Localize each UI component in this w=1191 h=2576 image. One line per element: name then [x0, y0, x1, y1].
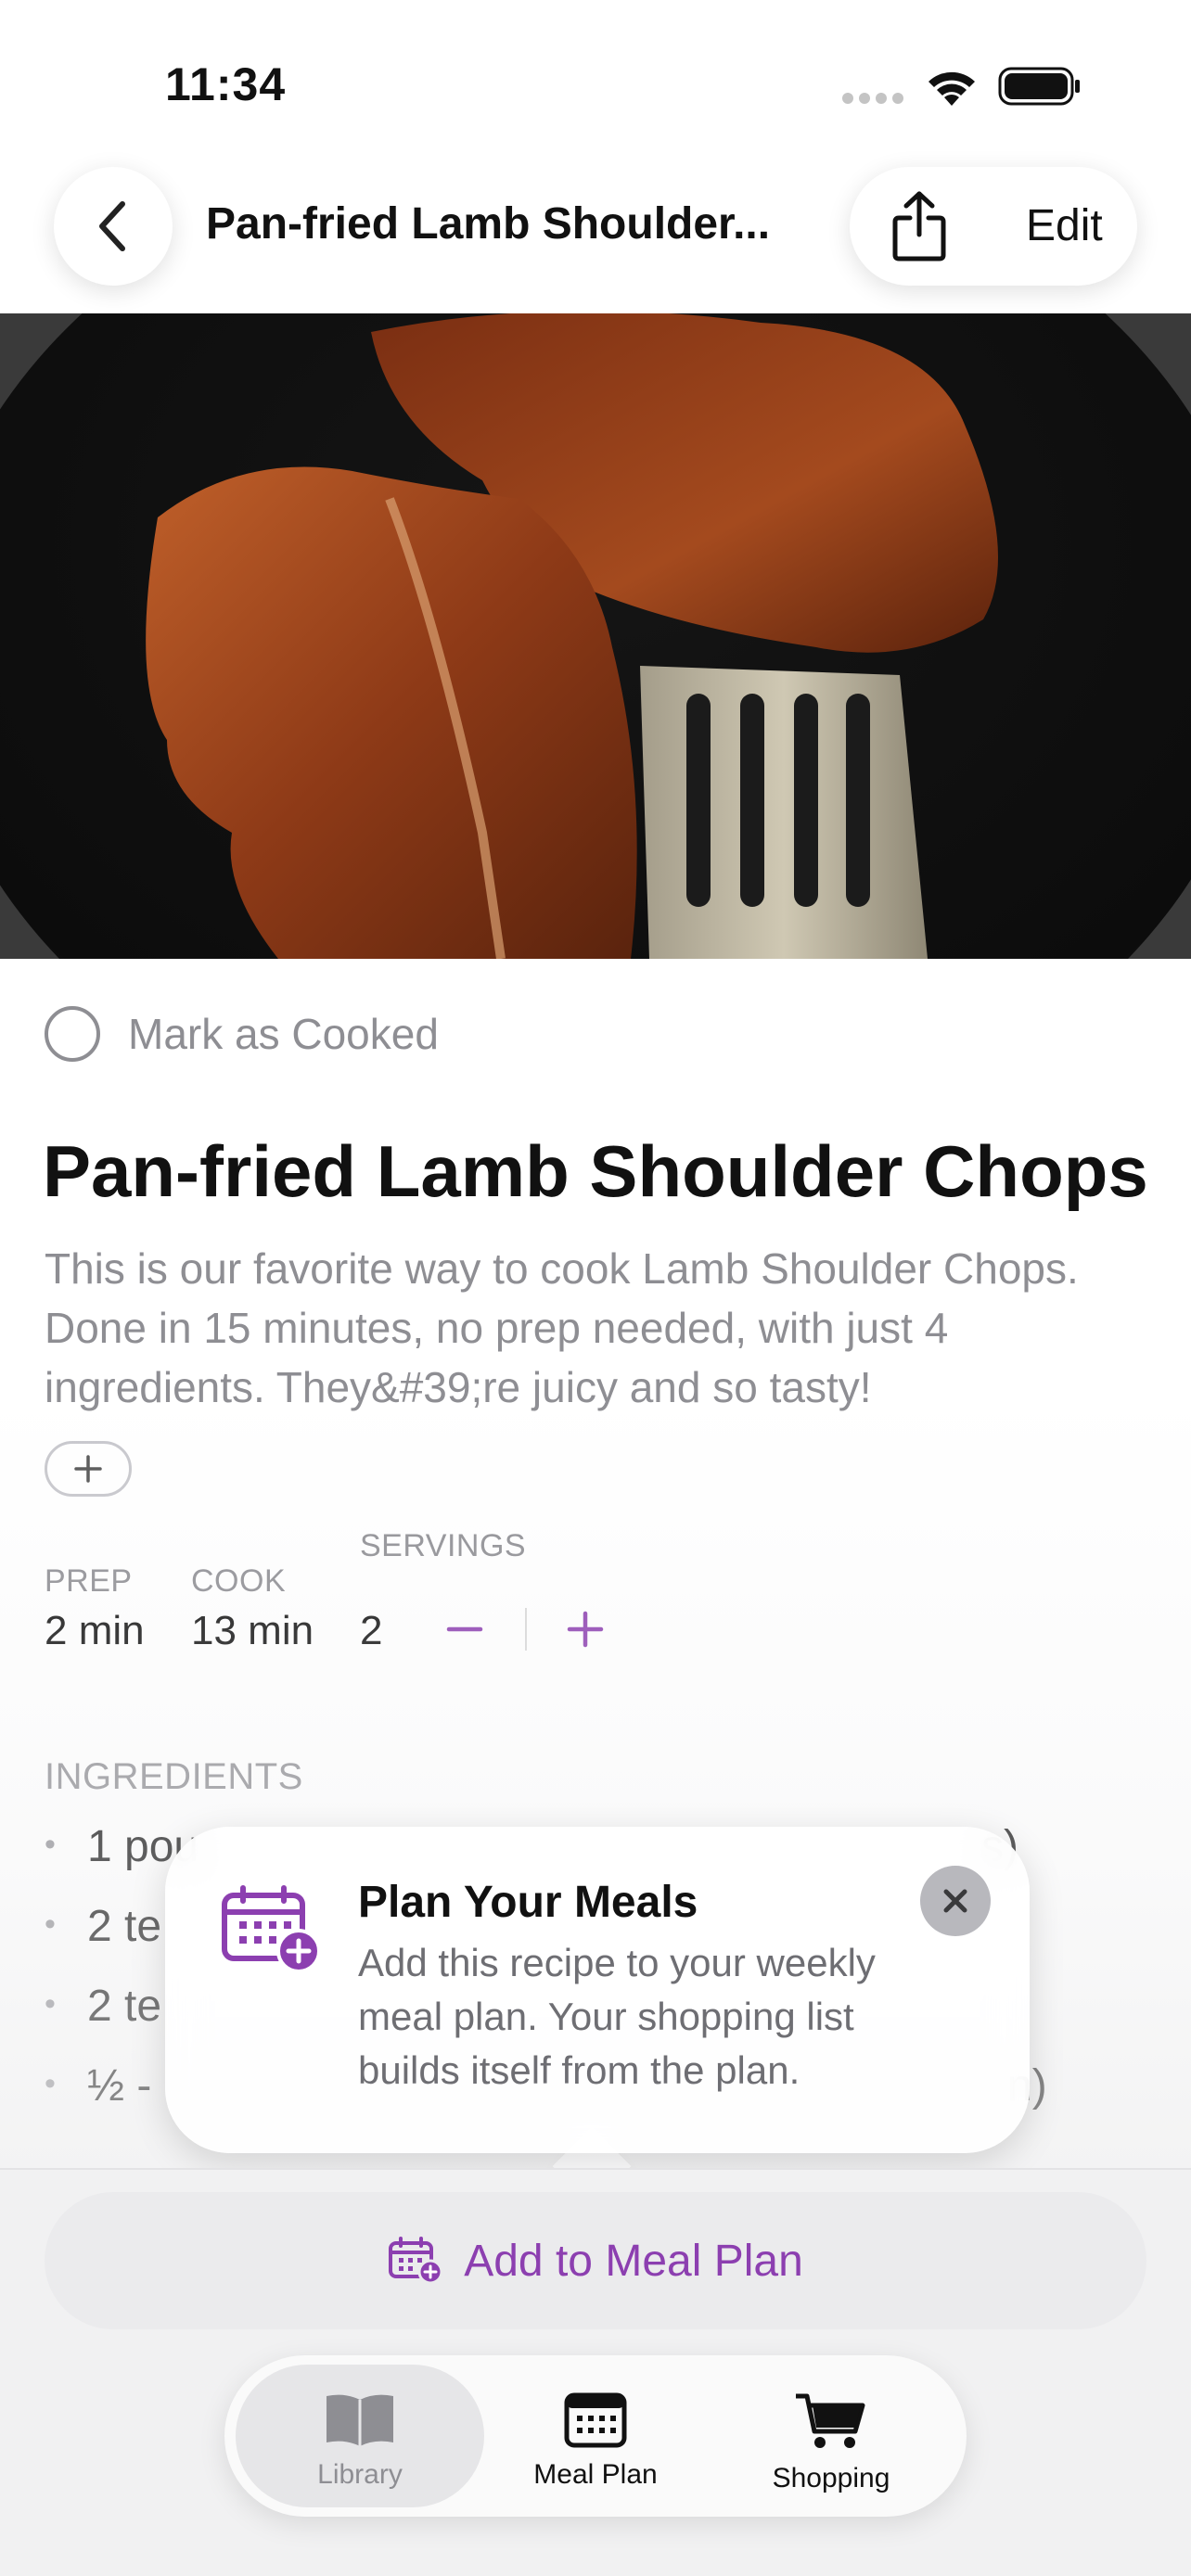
decrease-servings-button[interactable]: [440, 1609, 490, 1650]
minus-icon: [446, 1626, 483, 1632]
cook-value: 13 min: [191, 1608, 314, 1653]
edit-button[interactable]: Edit: [1026, 200, 1103, 251]
calendar-add-icon: [222, 1885, 321, 1973]
mark-as-cooked-label: Mark as Cooked: [128, 1010, 439, 1058]
nav-actions: Edit: [850, 167, 1137, 286]
tab-label: Shopping: [772, 2463, 890, 2493]
add-to-meal-plan-label: Add to Meal Plan: [464, 2236, 803, 2286]
tip-close-button[interactable]: [920, 1866, 991, 1936]
servings-value: 2: [360, 1608, 383, 1653]
nav-title: Pan-fried Lamb Shoulder...: [206, 199, 771, 249]
plus-icon: [74, 1455, 102, 1483]
calendar-add-icon: [389, 2237, 443, 2285]
prep-label: PREP: [45, 1563, 133, 1599]
tip-title: Plan Your Meals: [358, 1878, 698, 1927]
status-time: 11:34: [165, 58, 287, 110]
wifi-icon: [928, 71, 975, 106]
add-note-button[interactable]: [45, 1441, 132, 1497]
signal-icon: [842, 93, 907, 106]
cooked-checkbox-icon: [45, 1006, 100, 1062]
plus-icon: [567, 1611, 604, 1648]
calendar-icon: [564, 2392, 627, 2448]
book-icon: [327, 2394, 393, 2446]
increase-servings-button[interactable]: [562, 1606, 608, 1652]
stepper-divider: [525, 1608, 527, 1651]
tab-meal-plan[interactable]: Meal Plan: [471, 2365, 720, 2507]
tab-label: Library: [317, 2459, 403, 2490]
back-button[interactable]: [54, 167, 173, 286]
share-button[interactable]: [877, 184, 961, 269]
battery-icon: [998, 67, 1080, 106]
back-chevron-icon: [99, 201, 125, 251]
plan-meals-tip: Plan Your Meals Add this recipe to your …: [165, 1827, 1030, 2153]
tab-shopping[interactable]: Shopping: [707, 2365, 955, 2507]
mark-as-cooked-toggle[interactable]: Mark as Cooked: [45, 1006, 439, 1062]
tip-body: Add this recipe to your weekly meal plan…: [358, 1941, 876, 2092]
tab-library[interactable]: Library: [236, 2365, 484, 2507]
recipe-photo: [0, 313, 1191, 959]
tab-label: Meal Plan: [533, 2459, 658, 2490]
cook-label: COOK: [191, 1563, 287, 1599]
close-icon: [943, 1889, 967, 1913]
cart-icon: [796, 2393, 865, 2448]
status-bar: 11:34: [0, 0, 1191, 158]
recipe-title: Pan-fried Lamb Shoulder Chops: [43, 1130, 1148, 1212]
prep-value: 2 min: [45, 1608, 145, 1653]
add-to-meal-plan-button[interactable]: Add to Meal Plan: [45, 2192, 1146, 2329]
tab-bar: Library Meal Plan Shopping: [224, 2355, 967, 2517]
ingredients-header: INGREDIENTS: [45, 1756, 303, 1797]
recipe-description: This is our favorite way to cook Lamb Sh…: [45, 1244, 1079, 1411]
share-icon: [892, 191, 946, 261]
servings-label: SERVINGS: [360, 1528, 527, 1563]
